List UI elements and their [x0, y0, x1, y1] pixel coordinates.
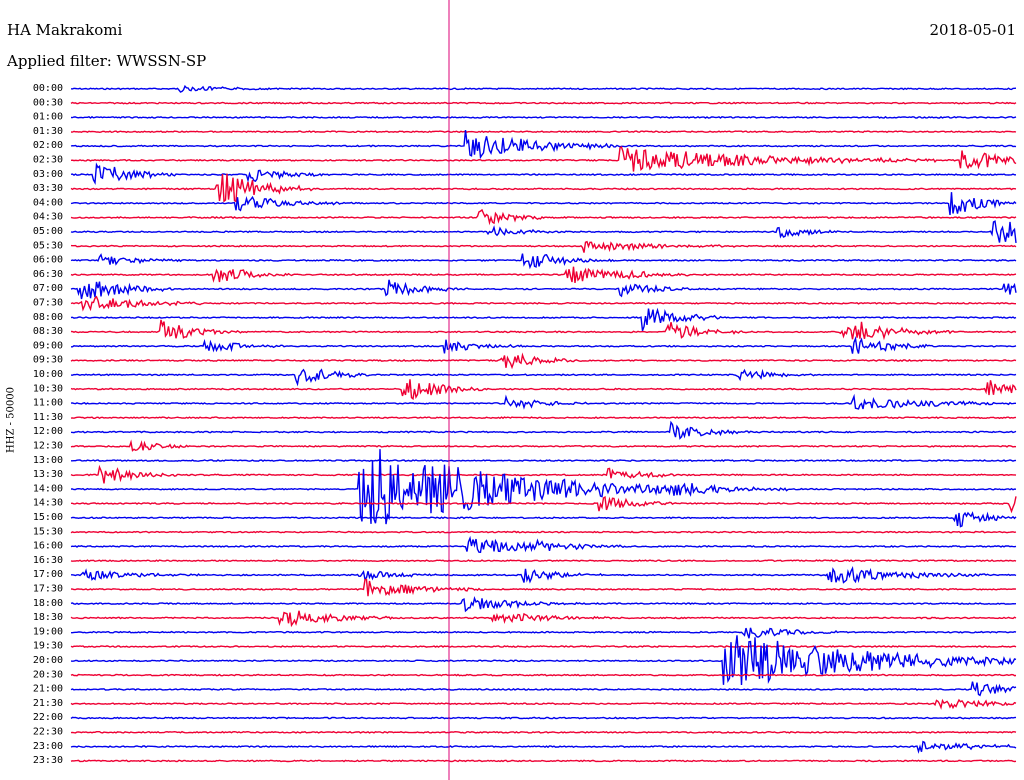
trace-line-1930 — [70, 645, 1017, 648]
trace-line-1630 — [70, 559, 1017, 563]
trace-line-1130 — [70, 416, 1017, 420]
row-time-label: 00:30 — [33, 97, 63, 108]
trace-line-1330 — [70, 464, 1017, 484]
row-time-label: 20:00 — [33, 655, 63, 666]
row-time-label: 23:00 — [33, 741, 63, 752]
trace-line-1000 — [70, 368, 1017, 387]
trace-line-1430 — [71, 495, 1017, 514]
trace-line-1600 — [70, 535, 1017, 554]
trace-line-0600 — [70, 253, 1017, 270]
row-time-label: 05:30 — [33, 240, 63, 251]
row-time-label: 10:00 — [33, 369, 63, 380]
row-time-label: 21:30 — [33, 698, 63, 709]
row-time-label: 09:00 — [33, 340, 63, 351]
row-time-label: 21:00 — [33, 684, 63, 695]
trace-line-0000 — [70, 84, 1017, 93]
trace-line-0330 — [70, 173, 1017, 203]
trace-line-0230 — [70, 145, 1017, 172]
trace-line-2300 — [70, 740, 1017, 754]
trace-line-1800 — [70, 595, 1017, 613]
trace-line-2030 — [70, 673, 1017, 677]
row-time-label: 22:00 — [33, 712, 63, 723]
row-time-label: 15:30 — [33, 526, 63, 537]
trace-line-2130 — [70, 698, 1017, 710]
trace-line-0930 — [70, 352, 1017, 370]
row-time-label: 07:00 — [33, 283, 63, 294]
row-time-label: 13:30 — [33, 469, 63, 480]
row-time-label: 04:30 — [33, 212, 63, 223]
row-time-label: 18:00 — [33, 598, 63, 609]
trace-line-2230 — [70, 730, 1017, 734]
trace-line-1900 — [71, 627, 1017, 639]
trace-line-0400 — [70, 192, 1017, 215]
row-time-label: 11:00 — [33, 398, 63, 409]
row-time-label: 19:00 — [33, 626, 63, 637]
trace-line-1030 — [70, 379, 1017, 401]
row-time-label: 05:00 — [33, 226, 63, 237]
trace-line-1100 — [70, 393, 1016, 410]
seismogram-plot: 00:00 00:30 01:00 01:30 02:00 02:30 03:00 03:30… — [33, 0, 1017, 780]
row-time-label: 06:00 — [33, 255, 63, 266]
row-time-label: 12:30 — [33, 441, 63, 452]
trace-line-2100 — [70, 681, 1017, 697]
row-time-label: 23:30 — [33, 755, 63, 766]
trace-line-1300 — [71, 459, 1017, 463]
trace-line-0300 — [70, 162, 1016, 186]
row-time-label: 14:30 — [33, 498, 63, 509]
trace-line-0700 — [70, 279, 1017, 300]
trace-line-1730 — [70, 578, 1017, 597]
trace-line-0530 — [70, 240, 1017, 253]
trace-line-0100 — [70, 115, 1017, 119]
trace-line-2000 — [70, 635, 1017, 686]
trace-line-1530 — [70, 530, 1017, 534]
trace-line-0630 — [70, 266, 1017, 283]
row-time-label: 12:00 — [33, 426, 63, 437]
row-time-label: 17:30 — [33, 584, 63, 595]
trace-line-1200 — [70, 420, 1017, 440]
row-time-label: 02:00 — [33, 140, 63, 151]
row-time-label: 06:30 — [33, 269, 63, 280]
row-time-label: 08:00 — [33, 312, 63, 323]
row-time-label: 02:30 — [33, 155, 63, 166]
trace-line-0430 — [70, 208, 1017, 226]
trace-line-0500 — [70, 220, 1017, 243]
trace-line-1230 — [70, 439, 1017, 452]
row-time-label: 10:30 — [33, 383, 63, 394]
trace-line-2200 — [70, 716, 1017, 720]
row-time-label: 00:00 — [33, 83, 63, 94]
row-time-label: 20:30 — [33, 669, 63, 680]
trace-line-0730 — [70, 295, 1016, 312]
trace-line-0030 — [70, 101, 1017, 105]
row-time-label: 09:30 — [33, 355, 63, 366]
row-time-label: 04:00 — [33, 197, 63, 208]
row-time-label: 16:00 — [33, 541, 63, 552]
row-time-label: 08:30 — [33, 326, 63, 337]
trace-line-0900 — [71, 335, 1017, 354]
row-time-label: 03:00 — [33, 169, 63, 180]
row-time-label: 14:00 — [33, 483, 63, 494]
row-time-label: 13:00 — [33, 455, 63, 466]
trace-line-1830 — [70, 610, 1017, 628]
trace-line-2330 — [70, 759, 1017, 763]
row-time-label: 19:30 — [33, 641, 63, 652]
row-time-label: 15:00 — [33, 512, 63, 523]
row-time-label: 03:30 — [33, 183, 63, 194]
trace-line-0800 — [70, 307, 1017, 332]
row-time-label: 01:30 — [33, 126, 63, 137]
row-time-label: 17:00 — [33, 569, 63, 580]
trace-line-0200 — [70, 130, 1017, 160]
trace-line-1700 — [71, 565, 1017, 584]
trace-line-0130 — [70, 130, 1017, 134]
row-time-label: 16:30 — [33, 555, 63, 566]
row-time-label: 07:30 — [33, 298, 63, 309]
row-time-label: 22:30 — [33, 727, 63, 738]
trace-line-1500 — [70, 511, 1017, 528]
row-time-label: 01:00 — [33, 112, 63, 123]
row-time-label: 11:30 — [33, 412, 63, 423]
trace-line-0830 — [70, 319, 1017, 341]
row-time-label: 18:30 — [33, 612, 63, 623]
